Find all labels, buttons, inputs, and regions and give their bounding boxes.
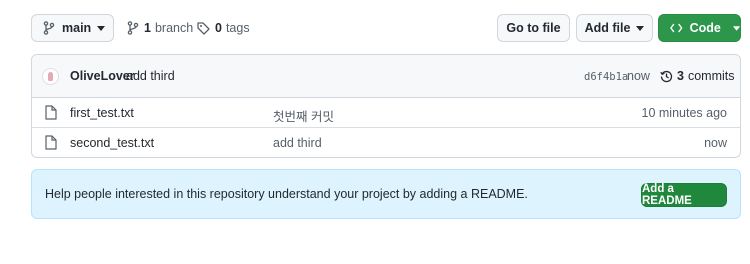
history-icon [660, 70, 673, 82]
branch-select-button[interactable]: main [31, 14, 114, 42]
commit-time: now [627, 69, 650, 83]
file-commit-time: now [704, 136, 727, 150]
code-icon [670, 23, 683, 33]
branch-name: main [62, 21, 92, 35]
go-to-file-button[interactable]: Go to file [497, 14, 570, 42]
tag-count: 0 [215, 21, 222, 35]
go-to-file-label: Go to file [506, 21, 561, 35]
file-name[interactable]: second_test.txt [70, 136, 154, 150]
file-icon [45, 105, 57, 120]
file-browser: OliveLover add third d6f4b1a now 3 commi… [31, 54, 741, 158]
commit-count: 3 [677, 69, 684, 83]
branch-count: 1 [144, 21, 151, 35]
branches-link[interactable]: 1 branch [127, 14, 193, 42]
file-row: first_test.txt 첫번째 커밋 10 minutes ago [32, 98, 740, 128]
add-file-label: Add file [584, 21, 631, 35]
code-label: Code [689, 21, 721, 35]
caret-down-icon [97, 25, 106, 31]
commit-author[interactable]: OliveLover [70, 69, 135, 83]
tag-icon [197, 21, 210, 35]
commit-message[interactable]: add third [126, 69, 175, 83]
file-commit-time: 10 minutes ago [641, 106, 727, 120]
git-branch-icon [43, 21, 55, 35]
repo-toolbar: main 1 branch 0 tags Go to file Add file… [31, 14, 741, 42]
file-icon [45, 135, 57, 150]
add-readme-label: Add a README [642, 183, 692, 207]
file-commit-message[interactable]: 첫번째 커밋 [273, 106, 334, 125]
commit-sha[interactable]: d6f4b1a [584, 71, 628, 83]
branch-label: branch [154, 21, 194, 35]
file-name[interactable]: first_test.txt [70, 106, 134, 120]
tag-label: tags [225, 21, 250, 35]
add-file-button[interactable]: Add file [576, 14, 653, 42]
commit-history-link[interactable]: 3 commits [660, 69, 734, 83]
latest-commit-row: OliveLover add third d6f4b1a now 3 commi… [32, 55, 740, 98]
readme-banner: Help people interested in this repositor… [31, 169, 741, 219]
tags-link[interactable]: 0 tags [197, 14, 250, 42]
code-button[interactable]: Code [658, 14, 741, 42]
add-readme-button[interactable]: Add a README [641, 183, 727, 207]
caret-down-icon [732, 25, 740, 31]
file-row: second_test.txt add third now [32, 128, 740, 157]
caret-down-icon [636, 25, 645, 31]
avatar[interactable] [42, 68, 59, 85]
file-commit-message[interactable]: add third [273, 136, 322, 150]
readme-prompt-text: Help people interested in this repositor… [45, 187, 528, 201]
git-branch-icon [127, 21, 139, 35]
commit-count-label: commits [687, 69, 735, 83]
